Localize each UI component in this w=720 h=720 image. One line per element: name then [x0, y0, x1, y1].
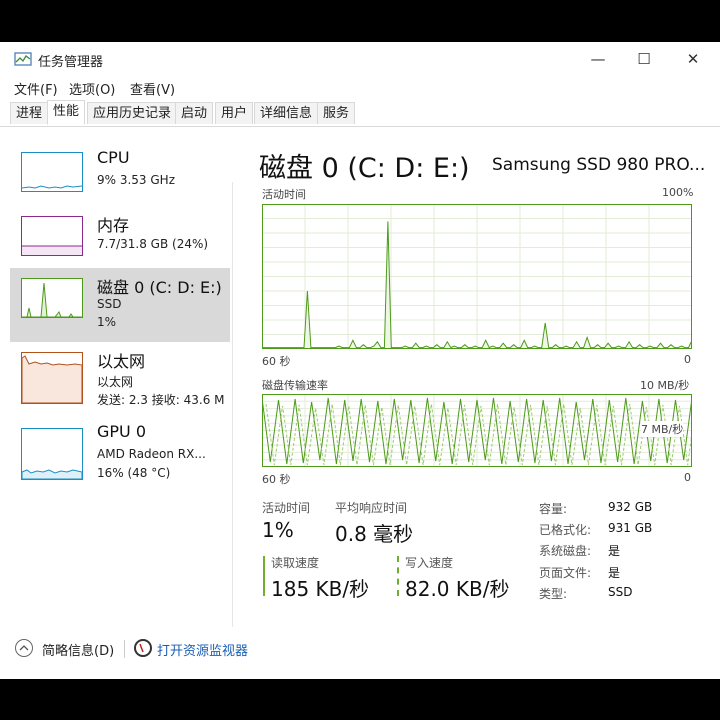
memory-thumbnail-graph — [21, 216, 83, 256]
gpu-title: GPU 0 — [97, 422, 147, 441]
transfer-time-right: 0 — [684, 471, 691, 484]
disk-thumbnail-graph — [21, 278, 83, 318]
disk-usage: 1% — [97, 315, 117, 329]
disk-title: 磁盘 0 (C: D: E:) — [97, 278, 222, 297]
read-speed-value: 185 KB/秒 — [271, 577, 370, 601]
activity-graph-label: 活动时间 — [262, 188, 306, 201]
footer-bar: 简略信息(D) 打开资源监视器 — [0, 632, 720, 668]
formatted-label: 已格式化: — [539, 523, 592, 537]
transfer-graph-max: 10 MB/秒 — [640, 379, 690, 392]
memory-usage: 7.7/31.8 GB (24%) — [97, 237, 209, 251]
gpu-model: AMD Radeon RX... — [97, 447, 206, 461]
sidebar-item-disk[interactable]: 磁盘 0 (C: D: E:) SSD 1% — [10, 268, 230, 342]
fewer-details-link[interactable]: 简略信息(D) — [42, 640, 114, 659]
page-file-label: 页面文件: — [539, 566, 592, 580]
resource-monitor-icon — [134, 639, 152, 657]
footer-separator — [124, 640, 125, 658]
capacity-value: 932 GB — [608, 500, 653, 514]
gpu-thumbnail-graph — [21, 428, 83, 480]
tab-performance[interactable]: 性能 — [47, 100, 86, 125]
task-manager-window: 任务管理器 — ☐ ✕ 文件(F) 选项(O) 查看(V) 进程 性能 应用历史… — [0, 42, 720, 679]
read-rate-bar — [263, 556, 265, 596]
menu-view[interactable]: 查看(V) — [130, 79, 175, 98]
write-rate-bar — [397, 556, 399, 596]
transfer-time-left: 60 秒 — [262, 473, 291, 486]
cpu-title: CPU — [97, 148, 130, 167]
activity-time-graph — [262, 204, 692, 349]
write-speed-label: 写入速度 — [405, 556, 454, 570]
formatted-value: 931 GB — [608, 521, 653, 535]
maximize-button[interactable]: ☐ — [630, 48, 658, 70]
write-speed-value: 82.0 KB/秒 — [405, 577, 510, 601]
menu-file[interactable]: 文件(F) — [14, 79, 58, 98]
response-time-label: 平均响应时间 — [335, 501, 408, 515]
tab-services[interactable]: 服务 — [317, 102, 356, 124]
tab-startup[interactable]: 启动 — [175, 102, 214, 124]
system-disk-label: 系统磁盘: — [539, 544, 592, 558]
minimize-button[interactable]: — — [584, 48, 612, 70]
cpu-thumbnail-graph — [21, 152, 83, 192]
sidebar-divider — [232, 182, 233, 627]
tab-details[interactable]: 详细信息 — [254, 102, 319, 124]
transfer-graph-mid: 7 MB/秒 — [641, 421, 684, 437]
disk-type: SSD — [97, 297, 122, 311]
cpu-usage: 9% 3.53 GHz — [97, 173, 176, 187]
sidebar-item-cpu[interactable]: CPU 9% 3.53 GHz — [10, 142, 230, 216]
close-button[interactable]: ✕ — [679, 48, 707, 70]
sidebar-item-ethernet[interactable]: 以太网 以太网 发送: 2.3 接收: 43.6 M — [10, 342, 230, 416]
tab-processes[interactable]: 进程 — [10, 102, 49, 124]
system-disk-value: 是 — [608, 544, 621, 558]
tab-users[interactable]: 用户 — [215, 102, 254, 124]
chevron-up-icon[interactable] — [15, 639, 33, 657]
transfer-rate-graph — [262, 394, 692, 467]
active-time-label: 活动时间 — [262, 501, 311, 515]
ethernet-throughput: 发送: 2.3 接收: 43.6 M — [97, 393, 225, 407]
title-bar: 任务管理器 — ☐ ✕ — [0, 42, 720, 76]
activity-graph-max: 100% — [662, 186, 694, 199]
sidebar-item-gpu[interactable]: GPU 0 AMD Radeon RX... 16% (48 °C) — [10, 416, 230, 490]
response-time-value: 0.8 毫秒 — [335, 522, 414, 546]
transfer-graph-label: 磁盘传输速率 — [262, 379, 328, 392]
activity-time-right: 0 — [684, 353, 691, 366]
page-file-value: 是 — [608, 566, 621, 580]
disk-heading: 磁盘 0 (C: D: E:) — [259, 153, 470, 184]
memory-title: 内存 — [97, 216, 130, 235]
disk-type-label: 类型: — [539, 587, 568, 601]
ethernet-name: 以太网 — [97, 375, 134, 389]
activity-time-left: 60 秒 — [262, 355, 291, 368]
open-resource-monitor-link[interactable]: 打开资源监视器 — [157, 640, 248, 659]
tab-app-history[interactable]: 应用历史记录 — [87, 102, 178, 124]
read-speed-label: 读取速度 — [271, 556, 320, 570]
menu-options[interactable]: 选项(O) — [69, 79, 115, 98]
resource-sidebar: CPU 9% 3.53 GHz 内存 7.7/31.8 GB (24%) 磁盘 … — [0, 128, 232, 618]
ethernet-title: 以太网 — [97, 352, 146, 371]
task-manager-app-icon — [14, 52, 32, 66]
menu-bar: 文件(F) 选项(O) 查看(V) — [0, 76, 720, 98]
window-title: 任务管理器 — [38, 55, 104, 70]
gpu-usage: 16% (48 °C) — [97, 466, 171, 480]
disk-type-value: SSD — [608, 585, 633, 599]
tab-bar: 进程 性能 应用历史记录 启动 用户 详细信息 服务 — [0, 100, 720, 127]
capacity-label: 容量: — [539, 502, 568, 516]
ethernet-thumbnail-graph — [21, 352, 83, 404]
active-time-value: 1% — [262, 518, 294, 542]
disk-model: Samsung SSD 980 PRO... — [492, 155, 706, 175]
